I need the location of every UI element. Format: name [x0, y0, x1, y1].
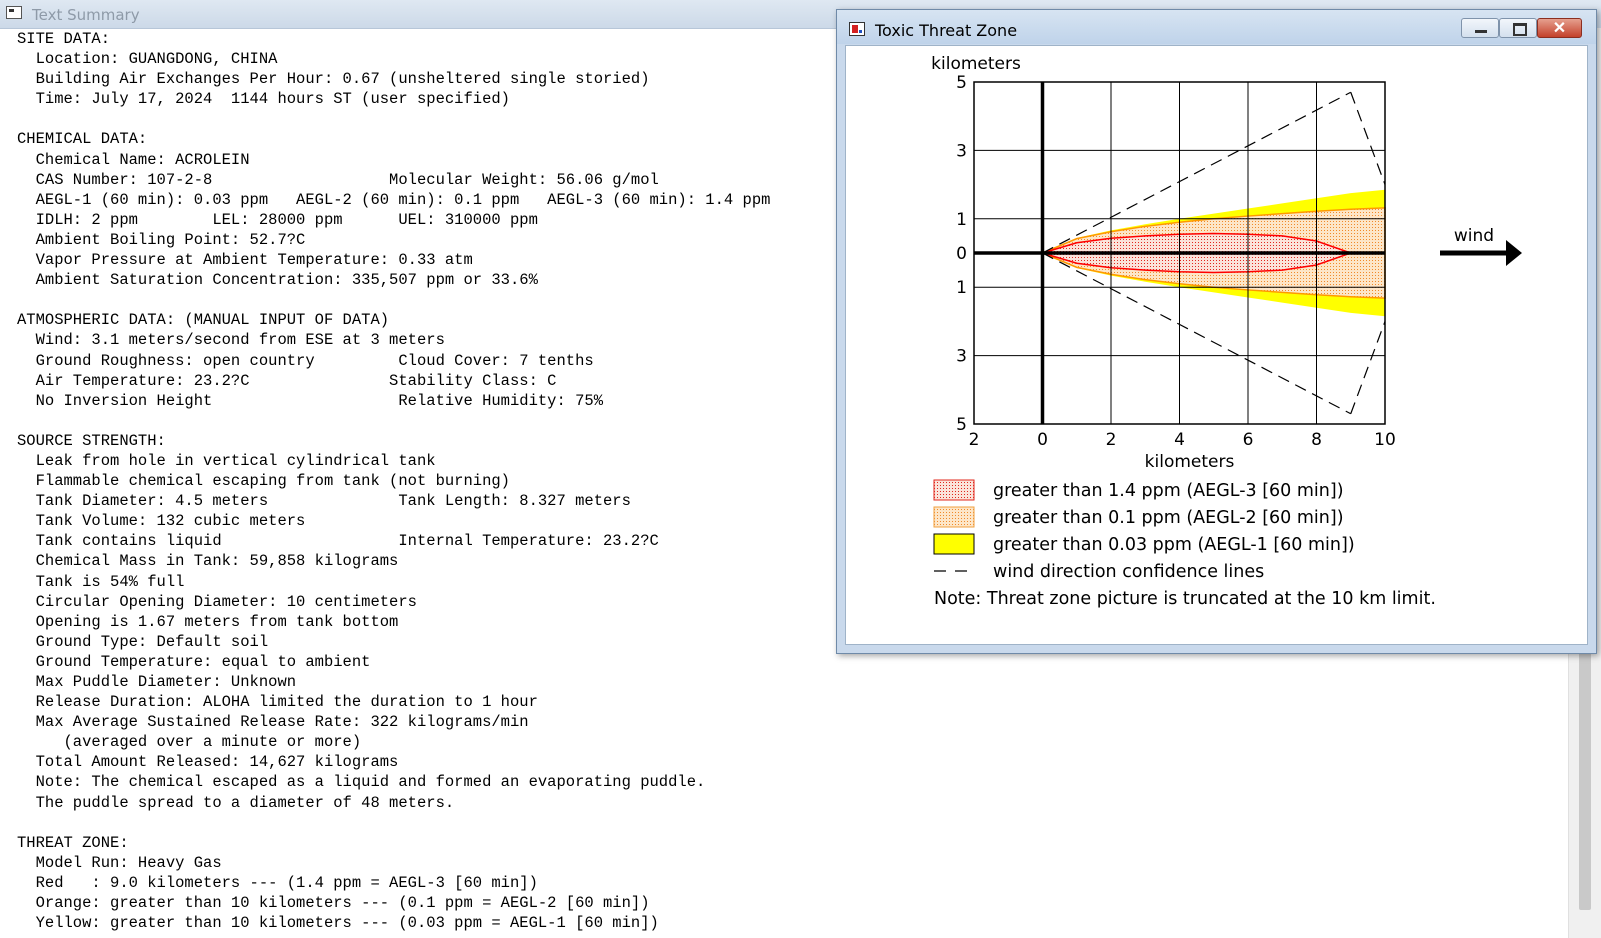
y-tick-label: 1: [956, 278, 967, 298]
summary-line: Max Puddle Diameter: Unknown: [17, 673, 297, 691]
threat-zone-titlebar[interactable]: Toxic Threat Zone ✕: [837, 10, 1596, 44]
legend-label: wind direction confidence lines: [993, 562, 1264, 582]
x-tick-label: 8: [1311, 430, 1322, 450]
legend-swatch-yellow: [933, 533, 975, 555]
x-tick-label: 2: [1106, 430, 1117, 450]
summary-line: Ground Temperature: equal to ambient: [17, 652, 371, 671]
window-icon: [6, 6, 22, 19]
legend-label: greater than 0.1 ppm (AEGL-2 [60 min]): [993, 508, 1344, 528]
window-title: Toxic Threat Zone: [875, 21, 1018, 40]
legend-swatch-red: [933, 479, 975, 501]
scrollbar-thumb[interactable]: [1579, 640, 1591, 910]
y-tick-label: 3: [956, 141, 967, 161]
summary-line: Total Amount Released: 14,627 kilograms: [17, 753, 399, 772]
summary-line: THREAT ZONE:: [17, 833, 129, 852]
wind-arrow-icon: [1506, 240, 1522, 266]
x-axis-title: kilometers: [1145, 452, 1235, 472]
x-tick-label: 6: [1243, 430, 1254, 450]
x-tick-label: 0: [1037, 430, 1048, 450]
y-axis-title: kilometers: [931, 54, 1021, 74]
threat-zone-chart: 2 0 2 4 6 8 105310135kilometerskilometerswind …: [931, 54, 1522, 609]
app-icon: [849, 22, 865, 36]
x-tick-label: 2: [969, 430, 980, 450]
summary-line: Yellow: greater than 10 kilometers --- (…: [17, 914, 659, 933]
maximize-button[interactable]: [1499, 18, 1537, 38]
y-tick-label: 5: [956, 73, 967, 93]
threat-zone-canvas: 2 0 2 4 6 8 10 5 3 1 0 1 3 5 kilometers kilometers wind …: [845, 45, 1588, 645]
close-icon: ✕: [1552, 20, 1567, 37]
summary-line: Release Duration: ALOHA limited the dura…: [17, 693, 538, 712]
legend-label: greater than 0.03 ppm (AEGL-1 [60 min]): [993, 535, 1355, 555]
legend-swatch-orange: [933, 506, 975, 528]
summary-line: Red : 9.0 kilometers --- (1.4 ppm = AEGL…: [17, 873, 538, 892]
summary-line: Note: The chemical escaped as a liquid a…: [17, 773, 706, 792]
y-tick-label: 0: [956, 244, 967, 264]
summary-line: [17, 813, 1561, 833]
minimize-button[interactable]: [1461, 18, 1499, 38]
x-tick-label: 10: [1374, 430, 1396, 450]
summary-line: Model Run: Heavy Gas: [17, 853, 222, 872]
x-tick-label: 4: [1174, 430, 1185, 450]
summary-line: Max Average Sustained Release Rate: 322 …: [17, 713, 529, 732]
threat-zone-window: Toxic Threat Zone ✕ 2 0 2 4 6 8 10 5 3 1 0 1 3 5 kilom…: [836, 9, 1597, 654]
summary-line: Orange: greater than 10 kilometers --- (…: [17, 894, 650, 913]
summary-line: (averaged over a minute or more): [17, 733, 362, 752]
chart-note: Note: Threat zone picture is truncated a…: [934, 589, 1436, 609]
window-title: Text Summary: [32, 6, 140, 24]
y-tick-label: 3: [956, 347, 967, 367]
close-button[interactable]: ✕: [1537, 18, 1582, 38]
wind-label: wind: [1454, 226, 1494, 246]
summary-line: The puddle spread to a diameter of 48 me…: [17, 793, 455, 812]
y-tick-label: 1: [956, 210, 967, 230]
y-tick-label: 5: [956, 415, 967, 435]
legend-label: greater than 1.4 ppm (AEGL-3 [60 min]): [993, 481, 1344, 501]
